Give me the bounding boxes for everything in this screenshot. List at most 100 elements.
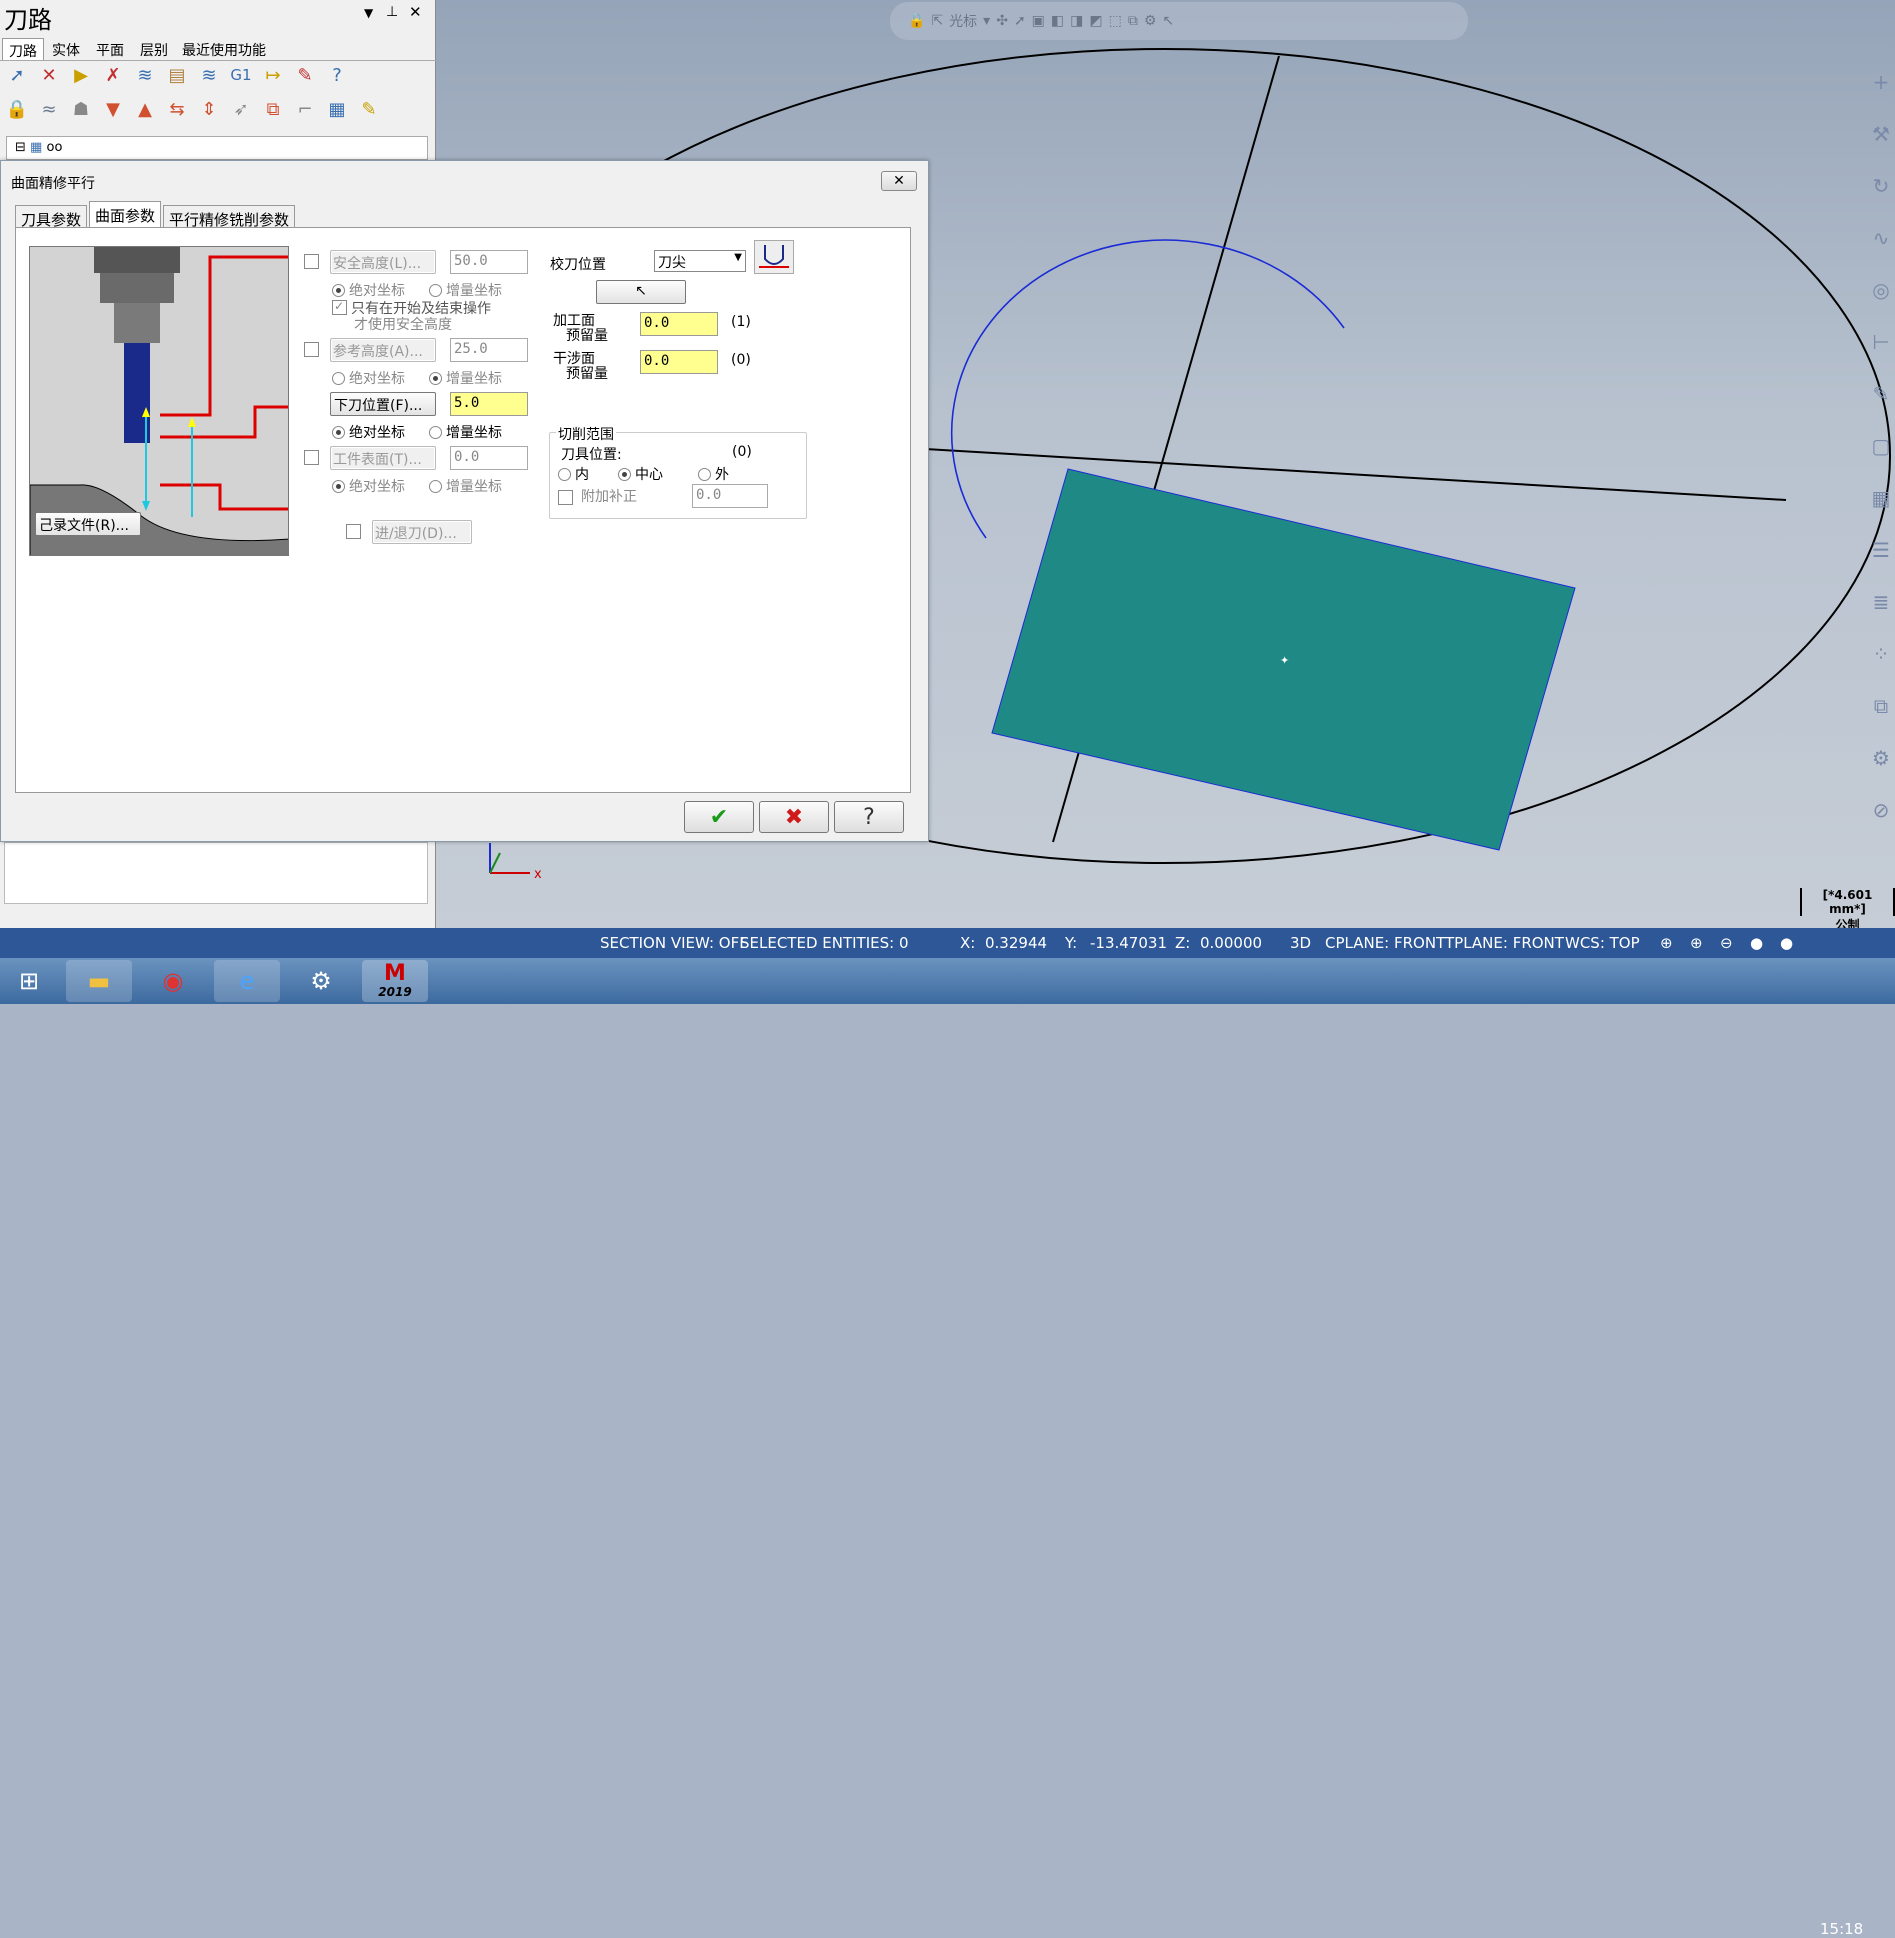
inside-radio[interactable]: 内: [558, 464, 589, 484]
help-icon[interactable]: ?: [324, 62, 350, 88]
select-all-icon[interactable]: ➚: [4, 62, 30, 88]
ghost-icon[interactable]: ☗: [68, 96, 94, 122]
taskbar-mastercam[interactable]: M 2019: [362, 960, 428, 1002]
help-button[interactable]: ?: [834, 801, 904, 833]
feed-plane-absolute-radio[interactable]: 绝对坐标: [332, 422, 405, 442]
feed-plane-field[interactable]: 5.0: [450, 392, 528, 416]
add-offset-checkbox[interactable]: [558, 490, 573, 505]
ok-button[interactable]: ✔: [684, 801, 754, 833]
curve-icon[interactable]: ∿: [1868, 226, 1894, 252]
tab-solids[interactable]: 实体: [46, 38, 86, 60]
shading-icon[interactable]: ●: [1780, 934, 1793, 952]
cancel-button[interactable]: ✖: [759, 801, 829, 833]
start-button[interactable]: ⊞: [4, 960, 54, 1002]
clearance-incremental-radio[interactable]: 增量坐标: [429, 280, 502, 300]
cube-icon[interactable]: ◧: [1051, 13, 1064, 29]
section-view-status[interactable]: SECTION VIEW: OFF: [600, 934, 748, 952]
top-stock-button[interactable]: 工件表面(T)...: [330, 446, 436, 470]
cube-icon[interactable]: ◩: [1089, 13, 1102, 29]
feed-plane-incremental-radio[interactable]: 增量坐标: [429, 422, 502, 442]
cplane-status[interactable]: CPLANE: FRONT: [1325, 934, 1445, 952]
select-point-button[interactable]: ↖: [596, 280, 686, 304]
target-icon[interactable]: ◎: [1868, 278, 1894, 304]
deselect-icon[interactable]: ✕: [36, 62, 62, 88]
scroll-icon[interactable]: ⇕: [196, 96, 222, 122]
move-up-icon[interactable]: ▲: [132, 96, 158, 122]
clearance-checkbox[interactable]: [304, 254, 319, 269]
clearance-start-end-checkbox[interactable]: [332, 299, 347, 315]
close-icon[interactable]: ✕: [409, 3, 422, 21]
stair-icon[interactable]: ⌐: [292, 96, 318, 122]
pin-icon[interactable]: ⊥: [386, 4, 398, 20]
shading-icon[interactable]: ●: [1750, 934, 1763, 952]
grid-icon[interactable]: ▦: [1868, 486, 1894, 512]
dots-icon[interactable]: ⁘: [1868, 642, 1894, 668]
add-offset-field[interactable]: 0.0: [692, 484, 768, 508]
simulate-icon[interactable]: ≋: [196, 62, 222, 88]
backplot-icon[interactable]: ≋: [132, 62, 158, 88]
wcs-status[interactable]: WCS: TOP: [1565, 934, 1640, 952]
pen-icon[interactable]: ✎: [356, 96, 382, 122]
mode-3d-status[interactable]: 3D: [1290, 934, 1311, 952]
tree-item[interactable]: oo: [46, 140, 62, 155]
layers-icon[interactable]: ≣: [1868, 590, 1894, 616]
dropdown-icon[interactable]: ▾: [983, 13, 990, 29]
dialog-close-button[interactable]: ✕: [881, 171, 917, 191]
top-stock-incremental-radio[interactable]: 增量坐标: [429, 476, 502, 496]
lock-icon[interactable]: 🔒: [908, 13, 925, 29]
check-stock-field[interactable]: 0.0: [640, 350, 718, 374]
selected-entities-status[interactable]: SELECTED ENTITIES: 0: [740, 934, 909, 952]
tab-planes[interactable]: 平面: [90, 38, 130, 60]
gear-icon[interactable]: ⚙: [1868, 746, 1894, 772]
cube-icon[interactable]: ◨: [1070, 13, 1083, 29]
wave-icon[interactable]: ≈: [36, 96, 62, 122]
cube-icon[interactable]: ▣: [1032, 13, 1045, 29]
g1-icon[interactable]: G1: [228, 62, 254, 88]
cursor-icon[interactable]: ⇱: [931, 13, 943, 29]
top-stock-field[interactable]: 0.0: [450, 446, 528, 470]
tab-parallel-finish-parameters[interactable]: 平行精修铣削参数: [163, 205, 296, 229]
lock-icon[interactable]: 🔒: [4, 96, 30, 122]
tree-expand-icon[interactable]: ⊟: [15, 140, 26, 155]
highfeed-icon[interactable]: ✎: [292, 62, 318, 88]
list-icon[interactable]: ☰: [1868, 538, 1894, 564]
tool-manager-icon[interactable]: ▦: [324, 96, 350, 122]
retract-checkbox[interactable]: [304, 342, 319, 357]
select-icon[interactable]: ➚: [1014, 13, 1026, 29]
rotate-icon[interactable]: ↻: [1868, 174, 1894, 200]
tab-surface-parameters[interactable]: 曲面参数: [89, 201, 162, 229]
drive-stock-field[interactable]: 0.0: [640, 312, 718, 336]
retract-field[interactable]: 25.0: [450, 338, 528, 362]
no-icon[interactable]: ⊘: [1868, 798, 1894, 824]
brush-icon[interactable]: ✎: [1868, 382, 1894, 408]
top-stock-checkbox[interactable]: [304, 450, 319, 465]
entry-exit-button[interactable]: 进/退刀(D)...: [372, 520, 472, 544]
tip-comp-select[interactable]: 刀尖 ▼: [654, 250, 746, 272]
post-icon[interactable]: ↦: [260, 62, 286, 88]
tab-tool-parameters[interactable]: 刀具参数: [15, 205, 88, 229]
shapes-icon[interactable]: ⧉: [260, 96, 286, 122]
clearance-button[interactable]: 安全高度(L)...: [330, 250, 436, 274]
globe-icon[interactable]: ⊕: [1660, 934, 1673, 952]
measure-icon[interactable]: ⊢: [1868, 330, 1894, 356]
taskbar-clock[interactable]: 15:18: [1820, 1920, 1863, 1938]
tab-toolpaths[interactable]: 刀路: [2, 38, 44, 60]
insert-arrow-icon[interactable]: ⇆: [164, 96, 190, 122]
tool-icon[interactable]: ⚒: [1868, 122, 1894, 148]
filter-icon[interactable]: ⧉: [1128, 13, 1138, 29]
box-select-icon[interactable]: ⬚: [1109, 13, 1122, 29]
outside-radio[interactable]: 外: [698, 464, 729, 484]
pointer-icon[interactable]: ↖: [1162, 13, 1174, 29]
plus-icon[interactable]: +: [1868, 70, 1894, 96]
taskbar-chrome[interactable]: ◉: [140, 960, 206, 1002]
top-stock-absolute-radio[interactable]: 绝对坐标: [332, 476, 405, 496]
clearance-field[interactable]: 50.0: [450, 250, 528, 274]
select-icon[interactable]: ➶: [228, 96, 254, 122]
retract-incremental-radio[interactable]: 增量坐标: [429, 368, 502, 388]
regenerate-icon[interactable]: ▶: [68, 62, 94, 88]
taskbar-explorer[interactable]: ▬: [66, 960, 132, 1002]
globe-icon[interactable]: ⊕: [1690, 934, 1703, 952]
tplane-status[interactable]: TPLANE: FRONT: [1445, 934, 1564, 952]
operations-tree[interactable]: ⊟ ▦ oo: [6, 136, 428, 160]
verify-icon[interactable]: ▤: [164, 62, 190, 88]
